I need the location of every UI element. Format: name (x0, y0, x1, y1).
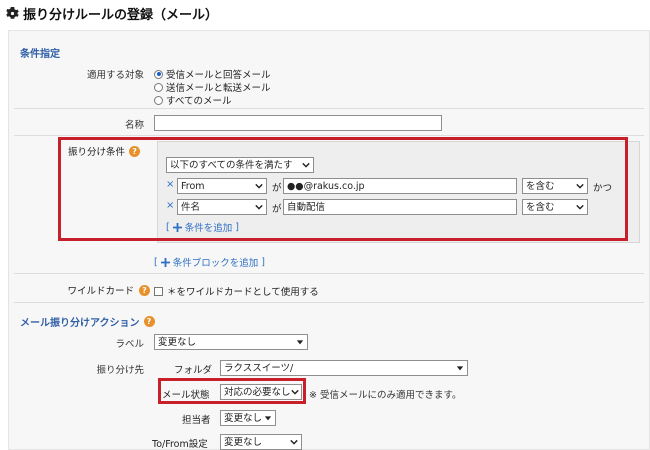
highlight-status-box (158, 378, 306, 404)
wildcard-checkbox[interactable]: ＊をワイルドカードとして使用する (154, 284, 319, 298)
divider (14, 108, 644, 109)
radio-selected-icon (154, 69, 163, 79)
wildcard-checkbox-label: ＊をワイルドカードとして使用する (167, 287, 319, 298)
label-select-value: 変更なし (158, 336, 197, 348)
chevron-down-icon (296, 340, 304, 345)
wildcard-label: ワイルドカード (67, 286, 134, 297)
add-block-label: 条件ブロックを追加 (172, 258, 259, 269)
assignee-select[interactable]: 変更なし (220, 410, 276, 426)
checkbox-icon (154, 286, 163, 296)
section-heading-actions: メール振り分けアクション (20, 318, 140, 329)
wildcard-label-group: ワイルドカード ? (58, 283, 150, 297)
page-title-bar: 振り分けルールの登録（メール） (6, 4, 218, 23)
gear-icon (6, 7, 19, 19)
tofrom-select-value: 変更なし (224, 436, 263, 448)
divider (14, 135, 644, 136)
radio-label: 送信メールと転送メール (166, 83, 271, 94)
radio-label: すべてのメール (166, 96, 232, 107)
radio-label: 受信メールと回答メール (166, 70, 271, 81)
label-label: ラベル (115, 339, 144, 350)
destination-label: 振り分け先 (96, 365, 144, 376)
target-option-all[interactable]: すべてのメール (154, 93, 231, 107)
section-heading-conditions: 条件指定 (20, 49, 60, 60)
help-icon[interactable]: ? (143, 316, 155, 327)
tofrom-label: To/From設定 (152, 439, 208, 450)
label-select[interactable]: 変更なし (154, 334, 308, 350)
page-title: 振り分けルールの登録（メール） (23, 8, 219, 23)
target-label: 適用する対象 (86, 70, 144, 81)
help-icon[interactable]: ? (139, 284, 150, 296)
add-condition-block-link[interactable]: [ 条件ブロックを追加 ] (154, 255, 265, 270)
bracket-open: [ (154, 256, 158, 268)
assignee-select-value: 変更なし (224, 412, 263, 424)
name-input[interactable] (154, 115, 442, 131)
chevron-down-icon (456, 366, 464, 371)
section-heading-actions-group: メール振り分けアクション ? (20, 314, 155, 329)
folder-label: フォルダ (174, 365, 213, 376)
assignee-label: 担当者 (182, 415, 211, 426)
folder-select[interactable]: ラクススイーツ/ (220, 360, 468, 376)
highlight-rule-box (58, 137, 628, 241)
tofrom-select[interactable]: 変更なし (220, 434, 302, 450)
bracket-close: ] (261, 256, 265, 268)
divider (14, 302, 644, 303)
target-option-received[interactable]: 受信メールと回答メール (154, 67, 271, 81)
chevron-down-icon (264, 416, 272, 421)
divider (14, 273, 644, 274)
radio-icon (154, 82, 163, 92)
plus-icon (160, 257, 170, 267)
status-note: ※ 受信メールにのみ適用できます。 (309, 390, 462, 401)
target-option-sent[interactable]: 送信メールと転送メール (154, 80, 271, 94)
folder-select-value: ラクススイーツ/ (224, 362, 294, 374)
radio-icon (154, 95, 163, 105)
name-label: 名称 (124, 120, 144, 131)
